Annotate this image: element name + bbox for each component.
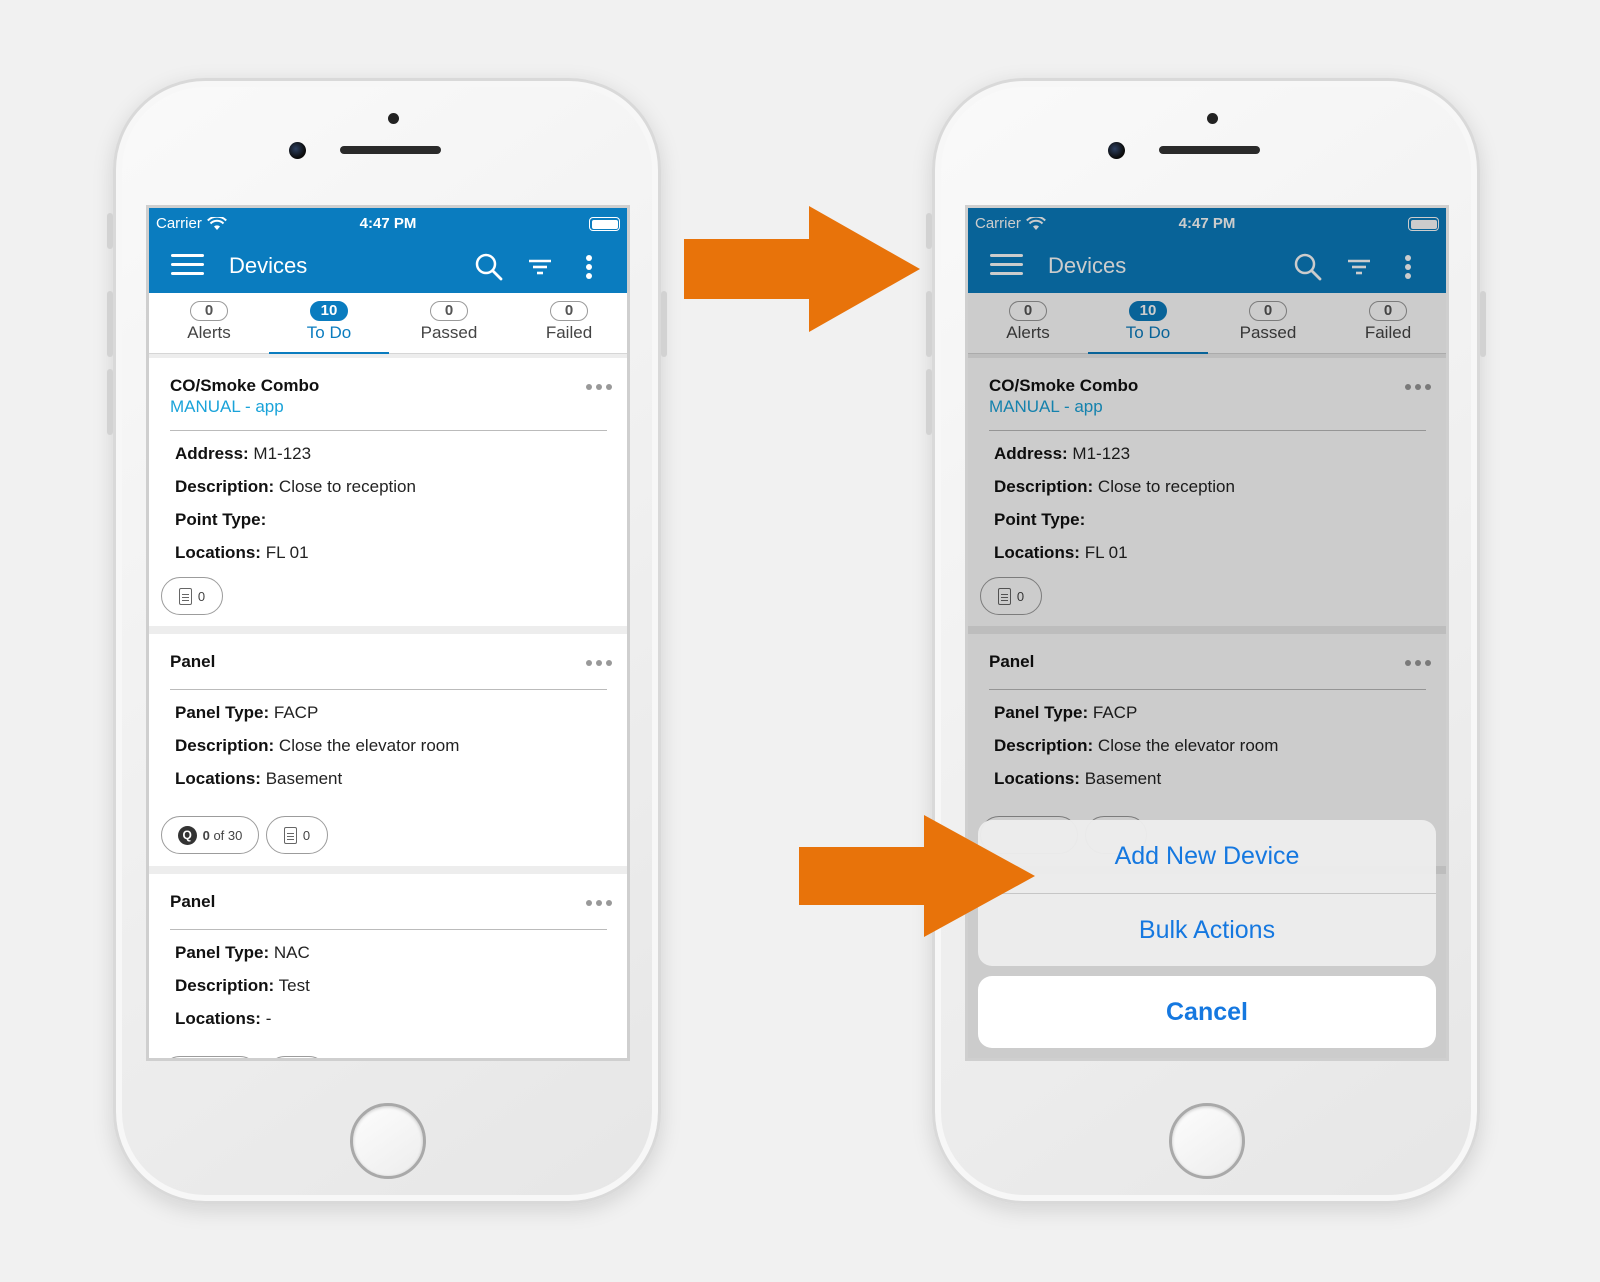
app-bar: Devices [149, 238, 627, 293]
tab-count: 10 [310, 301, 348, 321]
device-card[interactable]: CO/Smoke Combo MANUAL - app Address: M1-… [149, 358, 627, 626]
mute-switch [926, 213, 932, 249]
tab-alerts[interactable]: 0 Alerts [149, 293, 269, 354]
menu-icon[interactable] [171, 254, 204, 276]
status-tabs: 0 Alerts 10 To Do 0 Passed 0 Failed [149, 293, 627, 355]
volume-down-button [926, 369, 932, 435]
questions-chip[interactable]: Q0 of 30 [161, 816, 259, 854]
device-subtitle[interactable]: MANUAL - app [170, 397, 284, 417]
card-divider [170, 689, 607, 690]
document-icon [178, 587, 192, 605]
tab-label: Alerts [187, 323, 231, 342]
status-bar: Carrier 4:47 PM [149, 208, 627, 238]
earpiece-speaker [1159, 146, 1260, 154]
action-sheet-options: Add New Device Bulk Actions [978, 820, 1436, 966]
phone-left: Carrier 4:47 PM Devices 0 Alerts 10 To Do … [107, 78, 667, 1204]
status-time: 4:47 PM [359, 215, 417, 232]
tab-passed[interactable]: 0 Passed [389, 293, 509, 354]
app-screen: Carrier 4:47 PM Devices 0 Alerts 10 To Do … [146, 205, 630, 1061]
tab-count: 0 [550, 301, 588, 321]
documents-chip[interactable]: 0 [161, 577, 223, 615]
volume-down-button [107, 369, 113, 435]
tab-count: 0 [190, 301, 228, 321]
field-address: Address: M1-123 [175, 444, 312, 463]
mute-switch [107, 213, 113, 249]
proximity-sensor [388, 113, 399, 124]
home-button[interactable] [1169, 1103, 1245, 1179]
front-camera [1108, 142, 1125, 159]
card-divider [170, 929, 607, 930]
power-button [1480, 291, 1486, 357]
field-locations: Locations: Basement [175, 769, 343, 788]
field-description: Description: Close the elevator room [175, 736, 460, 755]
card-divider [170, 430, 607, 431]
power-button [661, 291, 667, 357]
device-list: CO/Smoke Combo MANUAL - app Address: M1-… [149, 354, 627, 1058]
more-vertical-icon[interactable] [574, 252, 604, 282]
earpiece-speaker [340, 146, 441, 154]
arrow-right-icon [684, 206, 920, 332]
documents-chip[interactable]: 0 [266, 816, 328, 854]
tab-label: To Do [306, 323, 352, 342]
tab-label: Failed [545, 323, 593, 342]
action-sheet: Add New Device Bulk Actions Cancel [978, 820, 1436, 1048]
field-locations: Locations: - [175, 1009, 272, 1028]
page-title: Devices [229, 253, 308, 278]
documents-chip[interactable] [266, 1056, 328, 1058]
search-icon[interactable] [474, 252, 504, 282]
more-horizontal-icon[interactable] [586, 660, 612, 666]
document-icon [283, 826, 297, 844]
volume-up-button [926, 291, 932, 357]
bulk-actions-button[interactable]: Bulk Actions [978, 893, 1436, 966]
question-icon: Q [177, 825, 197, 845]
tab-failed[interactable]: 0 Failed [509, 293, 627, 354]
field-panel-type: Panel Type: NAC [175, 943, 310, 962]
field-locations: Locations: FL 01 [175, 543, 309, 562]
cancel-button[interactable]: Cancel [978, 976, 1436, 1048]
filter-icon[interactable] [525, 252, 555, 282]
device-card[interactable]: Panel Panel Type: FACP Description: Clos… [149, 634, 627, 866]
more-horizontal-icon[interactable] [586, 900, 612, 906]
battery-icon [589, 217, 620, 231]
app-screen: Carrier 4:47 PM Devices 0 Alerts 10 To Do … [965, 205, 1449, 1061]
add-new-device-button[interactable]: Add New Device [978, 820, 1436, 893]
tab-todo[interactable]: 10 To Do [269, 293, 389, 355]
proximity-sensor [1207, 113, 1218, 124]
tab-label: Passed [420, 323, 478, 342]
field-panel-type: Panel Type: FACP [175, 703, 319, 722]
device-card[interactable]: Panel Panel Type: NAC Description: Test … [149, 874, 627, 1058]
device-title: CO/Smoke Combo [170, 376, 320, 395]
volume-up-button [107, 291, 113, 357]
arrow-right-icon [799, 815, 1035, 937]
tab-count: 0 [430, 301, 468, 321]
home-button[interactable] [350, 1103, 426, 1179]
questions-chip[interactable] [161, 1056, 259, 1058]
field-point-type: Point Type: [175, 510, 267, 529]
device-title: Panel [170, 652, 216, 671]
field-description: Description: Close to reception [175, 477, 416, 496]
phone-right: Carrier 4:47 PM Devices 0 Alerts 10 To Do … [926, 78, 1486, 1204]
more-horizontal-icon[interactable] [586, 384, 612, 390]
front-camera [289, 142, 306, 159]
device-title: Panel [170, 892, 216, 911]
field-description: Description: Test [175, 976, 310, 995]
